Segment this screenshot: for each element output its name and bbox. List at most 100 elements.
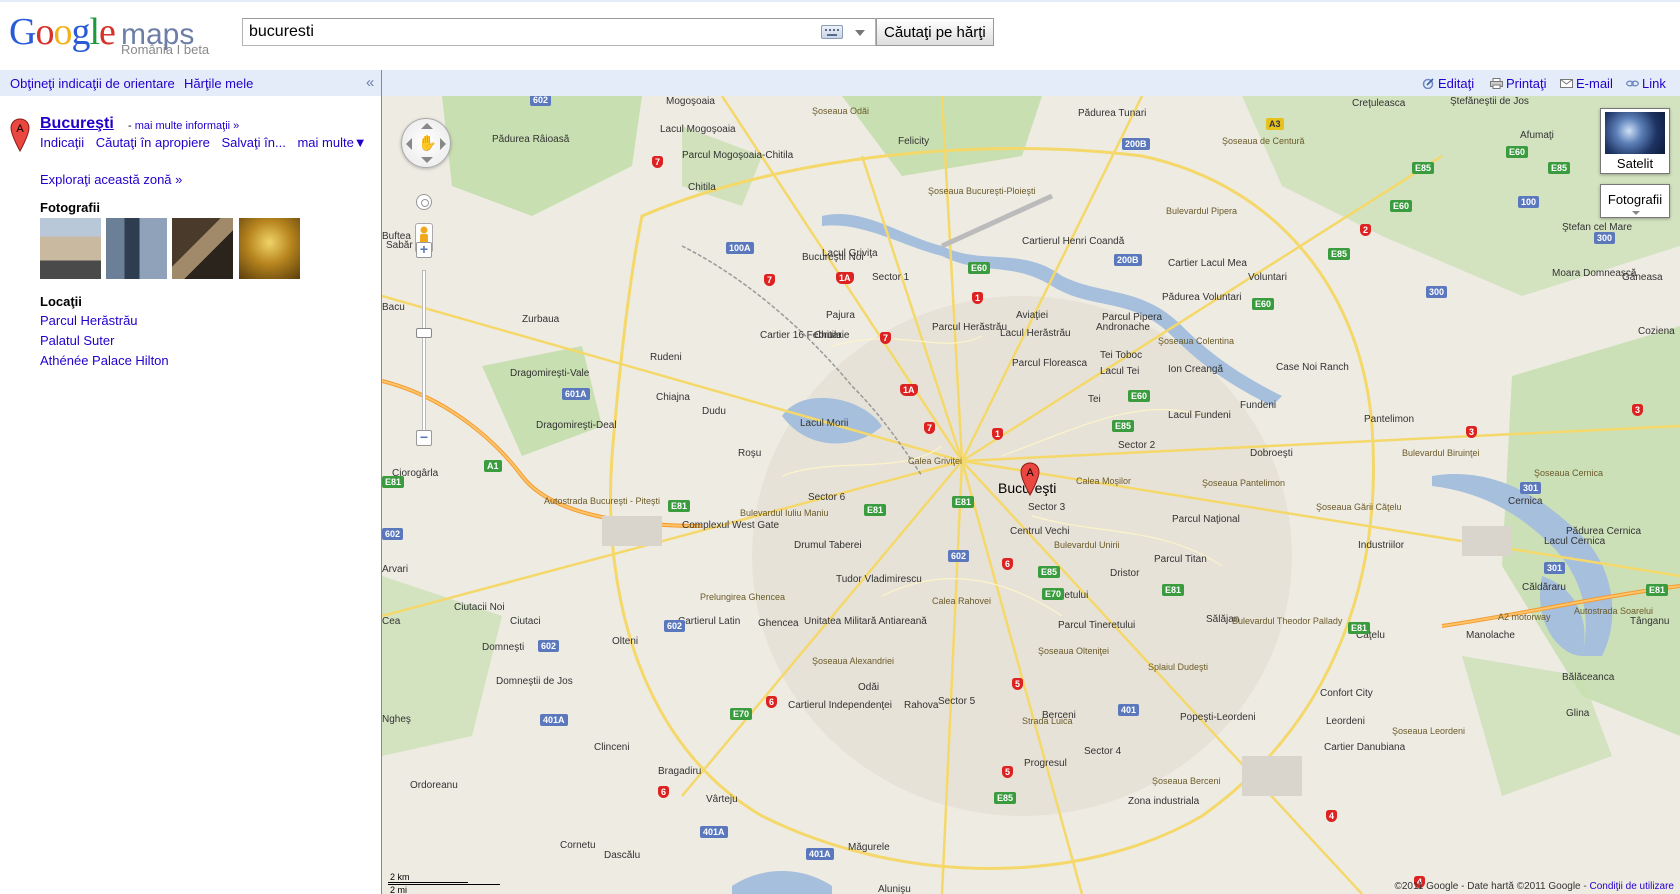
photo-thumbnail[interactable]: [106, 218, 167, 279]
map-label: Vârteju: [706, 794, 738, 805]
map-canvas[interactable]: Mogoşoaia Lacul Mogoşoaia Parcul Mogoşoa…: [382, 96, 1680, 894]
map-label: Felicity: [898, 136, 930, 147]
photo-thumbnail[interactable]: [40, 218, 101, 279]
map-label: Ghencea: [758, 618, 799, 629]
directions-action[interactable]: Indicaţii: [40, 135, 84, 150]
map-label: Unitatea Militară Antiareană: [804, 616, 927, 627]
road-label: Şoseaua Colentina: [1158, 336, 1235, 346]
map-label: Fundeni: [1240, 400, 1277, 411]
road-shield: 4: [1326, 810, 1338, 822]
link-label: Link: [1642, 76, 1666, 91]
printer-icon: [1490, 78, 1503, 89]
pan-left-icon[interactable]: [406, 138, 412, 150]
road-shield: 602: [948, 550, 970, 562]
map-label: Parcul Mogoşoaia-Chitila: [682, 150, 794, 161]
map-label: Confort City: [1320, 688, 1373, 699]
keyboard-icon[interactable]: [821, 25, 843, 39]
map-label: Sector 3: [1028, 502, 1066, 513]
search-nearby-action[interactable]: Căutaţi în apropiere: [96, 135, 210, 150]
google-maps-logo[interactable]: Google maps România I beta: [9, 12, 224, 58]
result-title[interactable]: Bucureşti: [40, 115, 114, 133]
photos-layer-label: Fotografii: [1607, 192, 1663, 207]
location-link[interactable]: Palatul Suter: [40, 333, 114, 348]
road-shield: 602: [382, 528, 404, 540]
terms-of-use-link[interactable]: Condiţii de utilizare: [1590, 881, 1675, 892]
explore-area-link[interactable]: Exploraţi această zonă »: [40, 172, 182, 187]
road-shield: E81: [1646, 584, 1669, 596]
pan-down-icon[interactable]: [421, 157, 433, 163]
road-shield: E60: [1506, 146, 1529, 158]
photos-layer-button[interactable]: Fotografii: [1600, 184, 1670, 218]
map-label: Bacu: [382, 302, 405, 313]
pan-up-icon[interactable]: [421, 123, 433, 129]
edit-link[interactable]: Editaţi: [1422, 76, 1474, 91]
map-label: Bălăceanca: [1562, 672, 1615, 683]
map-label: Lacul Fundeni: [1168, 410, 1231, 421]
road-label: Bulevardul Pipera: [1166, 206, 1238, 216]
print-link[interactable]: Printaţi: [1490, 76, 1546, 91]
more-info-link[interactable]: mai multe informaţii »: [135, 120, 240, 132]
map-toolbar: Editaţi Printaţi E-mail Link: [382, 70, 1680, 96]
road-label: Strada Luica: [1022, 716, 1073, 726]
more-actions[interactable]: mai multe▼: [297, 135, 366, 150]
email-link[interactable]: E-mail: [1560, 76, 1613, 91]
road-shield: E81: [668, 500, 691, 512]
zoom-slider-track[interactable]: [422, 270, 426, 436]
map-label: Cartierul Latin: [678, 616, 741, 627]
marker-a-icon[interactable]: A: [10, 118, 30, 152]
chevron-down-icon[interactable]: [855, 30, 865, 36]
zoom-out-button[interactable]: −: [416, 430, 432, 446]
road-shield: E85: [1328, 248, 1351, 260]
get-directions-link[interactable]: Obţineţi indicaţii de orientare: [10, 76, 175, 91]
map-label: Măgurele: [848, 842, 890, 853]
my-maps-link[interactable]: Hărţile mele: [184, 76, 253, 91]
road-shield: 401A: [806, 848, 834, 860]
map-label: Tudor Vladimirescu: [836, 574, 922, 585]
photo-thumbnail[interactable]: [239, 218, 300, 279]
pan-control[interactable]: ✋: [401, 118, 451, 168]
map-label: Pajura: [826, 310, 855, 321]
collapse-panel-button[interactable]: «: [366, 74, 374, 91]
zoom-in-button[interactable]: +: [416, 242, 432, 258]
map-label: Domneştii de Jos: [496, 676, 573, 687]
map-label: Complexul West Gate: [682, 520, 780, 531]
road-label: Şoseaua Cernica: [1534, 468, 1604, 478]
road-shield: 6: [1002, 558, 1014, 570]
scale-bar: 2 km 2 mi: [388, 872, 500, 894]
map-label: Pădurea Râioasă: [492, 134, 570, 145]
photo-thumbnail[interactable]: [172, 218, 233, 279]
pan-right-icon[interactable]: [440, 138, 446, 150]
map-label: Lacul Mogoşoaia: [660, 124, 736, 135]
road-shield: E81: [382, 476, 405, 488]
map-label: Case Noi Ranch: [1276, 362, 1349, 373]
map-label: Cartier Lacul Mea: [1168, 258, 1247, 269]
chevron-down-icon[interactable]: [1632, 211, 1640, 215]
map-label: Progresul: [1024, 758, 1067, 769]
save-to-action[interactable]: Salvaţi în...: [222, 135, 286, 150]
rotate-control[interactable]: [416, 194, 432, 210]
search-maps-button[interactable]: Căutaţi pe hărţi: [876, 18, 994, 46]
map-label: Sector 6: [808, 492, 846, 503]
scale-mi-label: 2 mi: [390, 885, 408, 894]
location-link[interactable]: Parcul Herăstrău: [40, 313, 138, 328]
road-shield: 1A: [900, 384, 918, 396]
city-marker-icon[interactable]: A: [1020, 462, 1040, 496]
zoom-slider-thumb[interactable]: [416, 328, 432, 338]
map-label: Industriilor: [1358, 540, 1405, 551]
link-link[interactable]: Link: [1626, 76, 1666, 91]
road-shield: 6: [658, 786, 670, 798]
map-label: Chitila: [688, 182, 716, 193]
search-box: [242, 18, 876, 46]
search-input[interactable]: [243, 19, 825, 45]
road-shield: 100: [1518, 196, 1540, 208]
road-shield: E85: [1548, 162, 1571, 174]
map-label: Popeşti-Leordeni: [1180, 712, 1256, 723]
road-shield: 200B: [1122, 138, 1150, 150]
map-label: Cornetu: [560, 840, 596, 851]
map-label: Dudu: [702, 406, 726, 417]
satellite-button[interactable]: Satelit: [1600, 108, 1670, 174]
road-label: Bulevardul Theodor Pallady: [1232, 616, 1343, 626]
map-label: Parcul Tineretului: [1058, 620, 1136, 631]
location-link[interactable]: Athénée Palace Hilton: [40, 353, 169, 368]
road-shield: E60: [1252, 298, 1275, 310]
